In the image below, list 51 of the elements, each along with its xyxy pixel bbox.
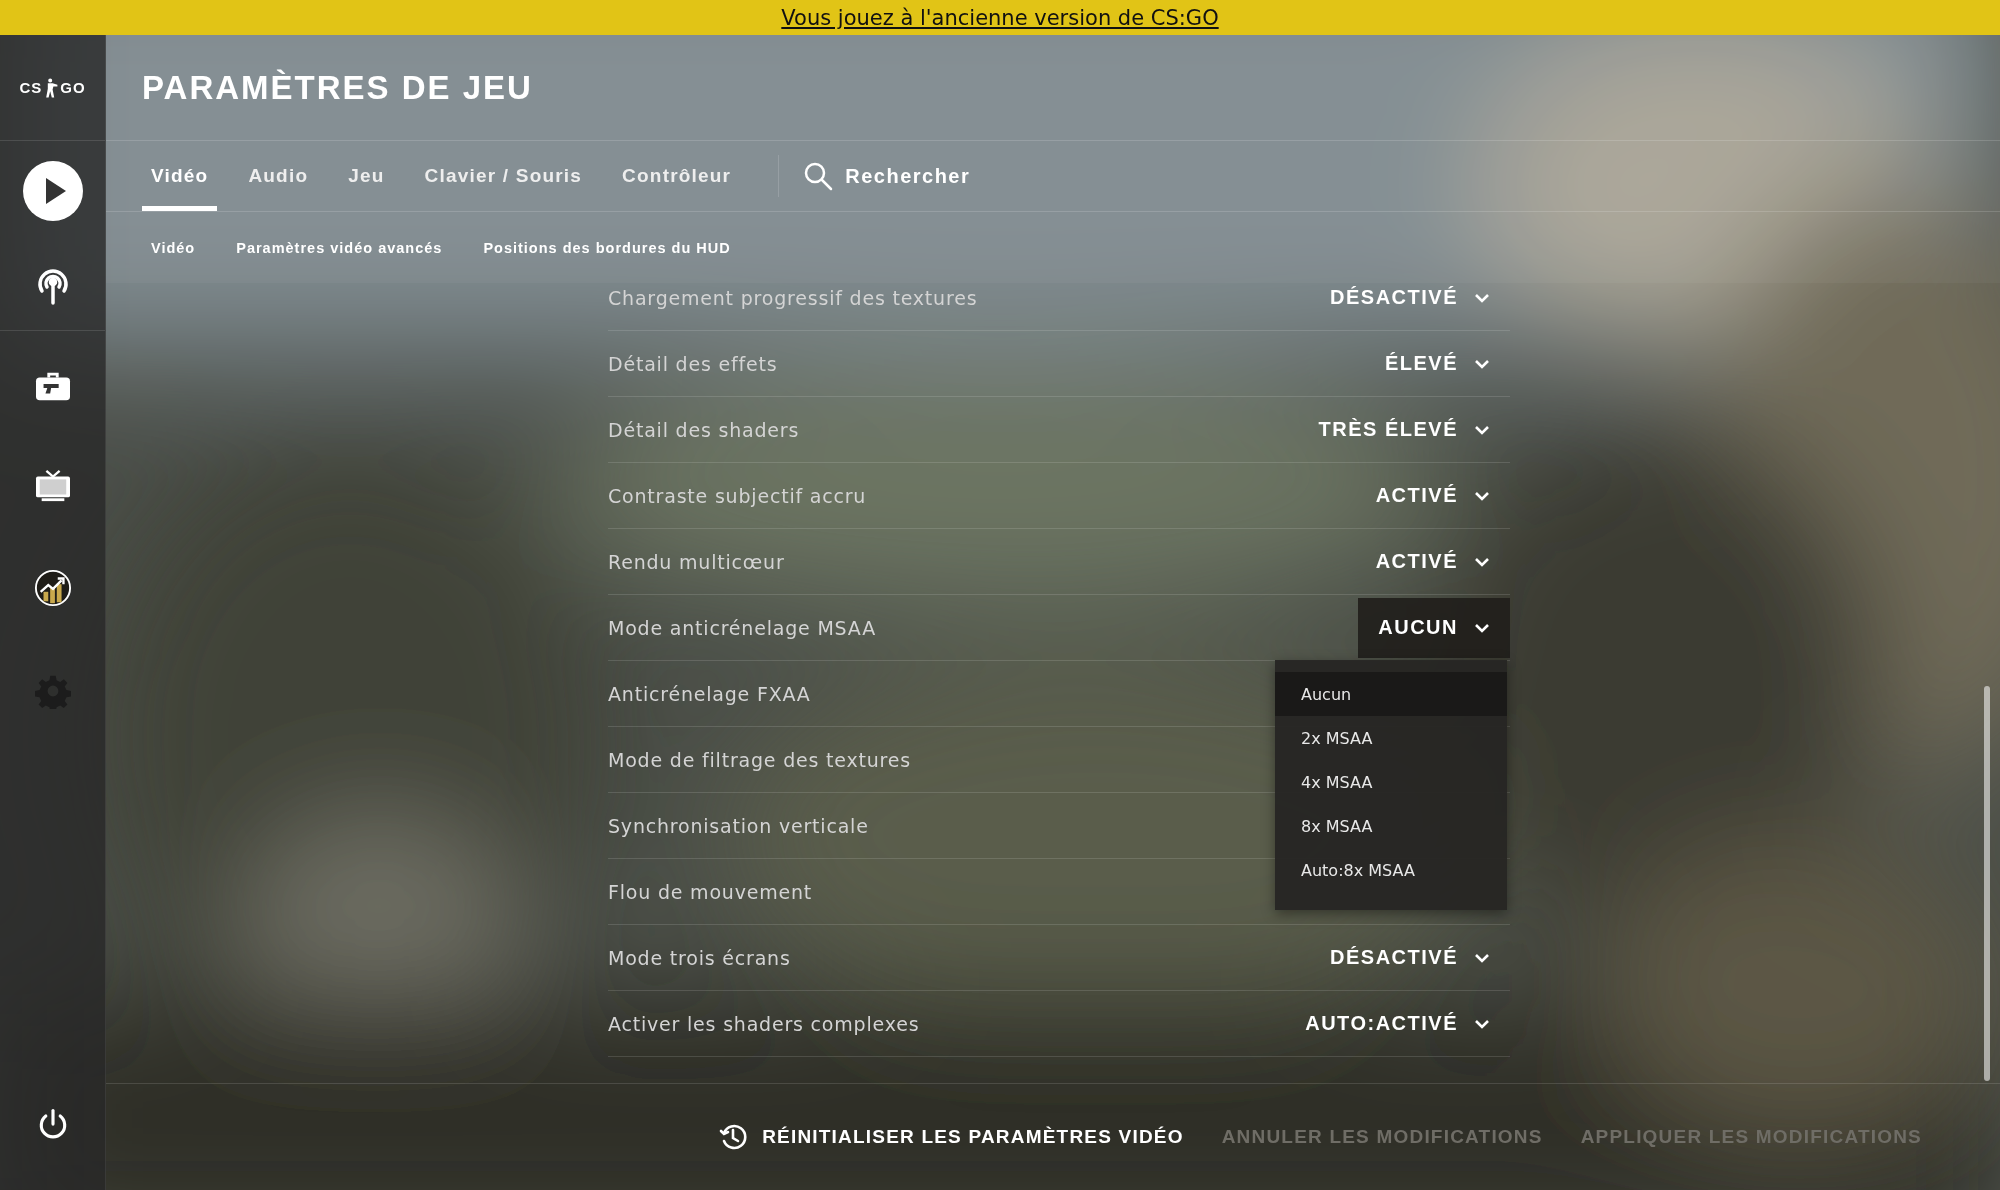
setting-label: Contraste subjectif accru — [608, 484, 867, 507]
setting-label: Détail des effets — [608, 352, 778, 375]
subtab[interactable]: Vidéo — [142, 235, 208, 260]
dropdown-option[interactable]: Auto:8x MSAA — [1275, 848, 1507, 892]
tab[interactable]: Vidéo — [142, 141, 218, 211]
setting-dropdown[interactable]: ÉLEVÉ — [1364, 333, 1510, 394]
chevron-icon — [1474, 622, 1490, 633]
chevron-icon — [1474, 424, 1490, 435]
soldier-icon — [43, 75, 60, 100]
setting-label: Activer les shaders complexes — [608, 1012, 920, 1035]
tv-icon[interactable] — [33, 469, 72, 503]
subtab[interactable]: Paramètres vidéo avancés — [227, 235, 455, 260]
search-button[interactable]: Rechercher — [803, 141, 971, 211]
chevron-icon — [1474, 556, 1490, 567]
setting-dropdown[interactable]: TRÈS ÉLEVÉ — [1298, 399, 1510, 460]
subtab[interactable]: Positions des bordures du HUD — [474, 235, 743, 260]
chevron-icon — [1474, 952, 1490, 963]
setting-label: Mode de filtrage des textures — [608, 748, 911, 771]
history-icon — [718, 1122, 749, 1152]
chevron-icon — [1474, 1018, 1490, 1029]
setting-dropdown[interactable]: AUTO:ACTIVÉ — [1285, 993, 1510, 1054]
scrollbar[interactable] — [1984, 686, 1990, 1081]
setting-dropdown[interactable]: AUCUN — [1358, 597, 1510, 658]
search-label: Rechercher — [845, 164, 971, 188]
setting-label: Synchronisation verticale — [608, 814, 869, 837]
page-title: PARAMÈTRES DE JEU — [142, 68, 533, 107]
setting-label: Mode trois écrans — [608, 946, 791, 969]
dropdown-option[interactable]: 8x MSAA — [1275, 804, 1507, 848]
play-icon[interactable] — [22, 161, 83, 221]
old-version-link[interactable]: Vous jouez à l'ancienne version de CS:GO — [781, 5, 1219, 30]
setting-dropdown[interactable]: DÉSACTIVÉ — [1310, 283, 1510, 328]
setting-dropdown[interactable]: ACTIVÉ — [1355, 531, 1510, 592]
setting-label: Mode anticrénelage MSAA — [608, 616, 876, 639]
logo-text: CS — [19, 79, 43, 96]
dropdown-option[interactable]: Aucun — [1275, 672, 1507, 716]
dropdown-option[interactable]: 4x MSAA — [1275, 760, 1507, 804]
search-icon — [803, 161, 834, 191]
setting-label: Détail des shaders — [608, 418, 800, 441]
setting-label: Anticrénelage FXAA — [608, 682, 811, 705]
setting-label: Flou de mouvement — [608, 880, 813, 903]
chart-badge-icon[interactable] — [33, 569, 72, 607]
chevron-icon — [1474, 490, 1490, 501]
reset-button[interactable]: RÉINITIALISER LES PARAMÈTRES VIDÉO — [718, 1122, 1184, 1152]
setting-label: Chargement progressif des textures — [608, 286, 978, 309]
logo-text: GO — [60, 79, 86, 96]
setting-dropdown[interactable]: DÉSACTIVÉ — [1310, 927, 1510, 988]
chevron-icon — [1474, 292, 1490, 303]
setting-label: Rendu multicœur — [608, 550, 785, 573]
chevron-icon — [1474, 358, 1490, 369]
setting-dropdown[interactable]: ACTIVÉ — [1355, 465, 1510, 526]
dropdown-option[interactable]: 2x MSAA — [1275, 716, 1507, 760]
